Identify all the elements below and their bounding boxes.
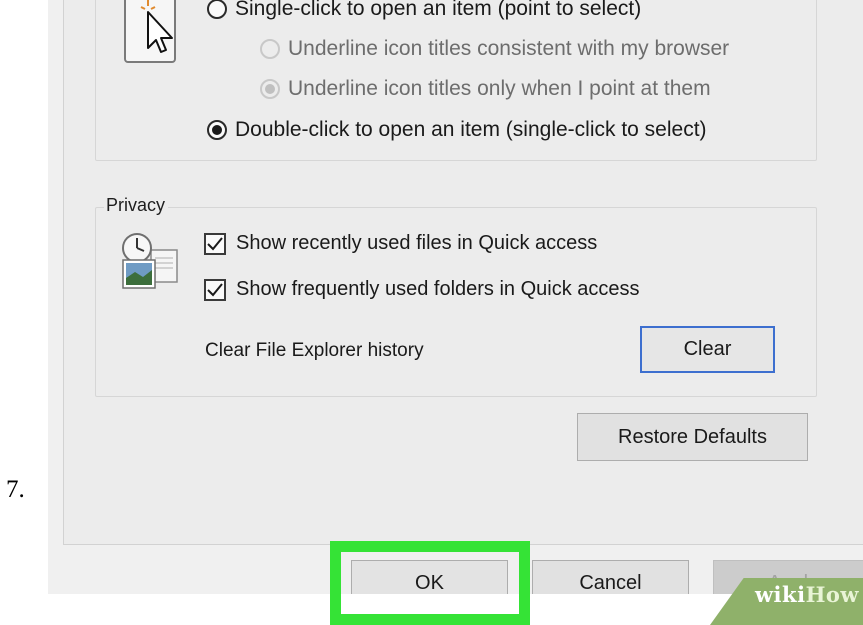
underline-point-label: Underline icon titles only when I point … [288,77,711,100]
watermark-how: How [805,582,859,607]
folder-options-dialog: Single-click to open an item (point to s… [48,0,863,594]
watermark-text: wikiHow [755,582,859,607]
show-frequent-folders-option[interactable]: Show frequently used folders in Quick ac… [204,278,640,301]
radio-underline-point [260,79,280,99]
double-click-option[interactable]: Double-click to open an item (single-cli… [207,118,707,142]
clear-button[interactable]: Clear [640,326,775,373]
pointer-icon [124,0,178,69]
double-click-label: Double-click to open an item (single-cli… [235,118,707,141]
radio-underline-browser [260,39,280,59]
show-recent-files-option[interactable]: Show recently used files in Quick access [204,232,597,255]
radio-double-click[interactable] [207,120,227,140]
single-click-option[interactable]: Single-click to open an item (point to s… [207,0,641,21]
radio-single-click[interactable] [207,0,227,19]
watermark-wiki: wiki [754,582,806,607]
show-recent-files-label: Show recently used files in Quick access [236,232,598,254]
checkbox-frequent-folders[interactable] [204,278,226,301]
step-number: 7. [6,476,25,503]
cancel-button[interactable]: Cancel [532,560,689,594]
underline-browser-option: Underline icon titles consistent with my… [260,37,729,61]
underline-browser-label: Underline icon titles consistent with my… [288,37,730,60]
privacy-history-icon [117,228,183,299]
checkmark-icon [207,282,223,296]
checkbox-recent-files[interactable] [204,232,226,255]
privacy-legend: Privacy [104,195,169,216]
ok-highlight-box [330,541,530,625]
single-click-label: Single-click to open an item (point to s… [235,0,642,20]
restore-defaults-button[interactable]: Restore Defaults [577,413,808,461]
show-frequent-folders-label: Show frequently used folders in Quick ac… [236,278,640,300]
dialog-panel: Single-click to open an item (point to s… [63,0,863,545]
clear-history-label: Clear File Explorer history [205,340,424,361]
underline-point-option: Underline icon titles only when I point … [260,77,711,101]
checkmark-icon [207,236,223,250]
